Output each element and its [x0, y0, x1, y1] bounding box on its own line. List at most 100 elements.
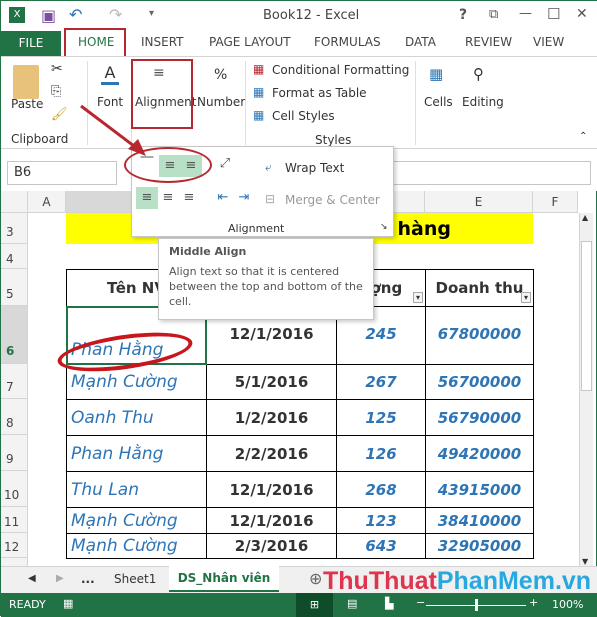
- decrease-indent-button[interactable]: ⇤: [212, 187, 234, 209]
- cell-styles-button[interactable]: Cell Styles: [272, 109, 335, 123]
- cells-button[interactable]: Cells: [424, 95, 453, 109]
- quantity-cell[interactable]: 643: [336, 533, 426, 559]
- row-header-9[interactable]: 9: [1, 435, 28, 471]
- revenue-cell[interactable]: 38410000: [425, 507, 534, 534]
- header-cell-revenue[interactable]: Doanh thu ▾: [425, 269, 534, 307]
- revenue-cell[interactable]: 32905000: [425, 533, 534, 559]
- page-break-view-icon[interactable]: ▙: [385, 597, 393, 610]
- col-header-a[interactable]: A: [28, 191, 66, 213]
- cell-value: 32905000: [437, 537, 522, 555]
- new-sheet-icon[interactable]: ⊕: [309, 569, 322, 588]
- name-box[interactable]: B6: [7, 161, 117, 185]
- scroll-up-icon[interactable]: ▲: [582, 213, 588, 222]
- row-header-5[interactable]: 5: [1, 269, 28, 306]
- prev-sheet-icon[interactable]: ◀: [28, 573, 36, 584]
- row-header-7[interactable]: 7: [1, 364, 28, 399]
- customize-toolbar-icon[interactable]: ▾: [149, 8, 154, 19]
- help-button[interactable]: ?: [459, 7, 467, 23]
- copy-icon[interactable]: ⎘: [51, 84, 61, 99]
- maximize-button[interactable]: ☐: [547, 5, 560, 23]
- scroll-down-icon[interactable]: ▼: [582, 557, 588, 566]
- filter-dropdown-icon[interactable]: ▾: [412, 292, 423, 303]
- editing-button[interactable]: Editing: [462, 95, 504, 109]
- tab-insert[interactable]: INSERT: [141, 35, 184, 49]
- cut-icon[interactable]: ✂: [51, 61, 63, 77]
- sheet-tab-sheet1[interactable]: Sheet1: [114, 572, 156, 586]
- format-as-table-button[interactable]: Format as Table: [272, 86, 367, 100]
- zoom-out-button[interactable]: −: [416, 596, 425, 609]
- macro-record-icon[interactable]: ▦: [63, 597, 73, 610]
- row-header-11[interactable]: 11: [1, 507, 28, 533]
- select-all[interactable]: [1, 191, 28, 213]
- zoom-slider-thumb[interactable]: [475, 599, 478, 611]
- align-left-button[interactable]: ≡: [136, 187, 158, 209]
- quantity-cell[interactable]: 267: [336, 364, 426, 400]
- row-header-6[interactable]: 6: [1, 306, 28, 364]
- dialog-launcher-icon[interactable]: ↘: [380, 222, 388, 232]
- paste-button[interactable]: Paste: [11, 97, 43, 111]
- number-button[interactable]: Number: [197, 95, 245, 109]
- next-sheet-icon[interactable]: ▶: [56, 573, 64, 584]
- quantity-cell[interactable]: 268: [336, 471, 426, 508]
- zoom-level[interactable]: 100%: [552, 598, 583, 611]
- name-cell[interactable]: Mạnh Cường: [66, 533, 207, 559]
- tab-page-layout[interactable]: PAGE LAYOUT: [209, 35, 291, 49]
- undo-icon[interactable]: ↶: [69, 5, 82, 24]
- row-header-10[interactable]: 10: [1, 471, 28, 507]
- name-cell[interactable]: Thu Lan: [66, 471, 207, 508]
- tab-formulas[interactable]: FORMULAS: [314, 35, 381, 49]
- tab-view[interactable]: VIEW: [533, 35, 564, 49]
- revenue-cell[interactable]: 56700000: [425, 364, 534, 400]
- formula-input[interactable]: [391, 161, 591, 185]
- more-sheets-button[interactable]: ...: [81, 572, 95, 586]
- ribbon-tabs: FILE HOME INSERT PAGE LAYOUT FORMULAS DA…: [1, 28, 597, 58]
- revenue-cell[interactable]: 49420000: [425, 435, 534, 472]
- merge-center-button[interactable]: Merge & Center: [285, 193, 380, 207]
- name-cell[interactable]: Mạnh Cường: [66, 507, 207, 534]
- sheet-tab-ds-nhan-vien[interactable]: DS_Nhân viên: [169, 566, 279, 592]
- name-cell[interactable]: Oanh Thu: [66, 399, 207, 436]
- zoom-in-button[interactable]: +: [529, 596, 538, 609]
- revenue-cell[interactable]: 43915000: [425, 471, 534, 508]
- date-cell[interactable]: 1/2/2016: [206, 399, 337, 436]
- col-header-e[interactable]: E: [425, 191, 533, 213]
- filter-dropdown-icon[interactable]: ▾: [520, 292, 531, 303]
- row-header-13[interactable]: [1, 558, 28, 566]
- row-header-3[interactable]: 3: [1, 213, 28, 244]
- save-icon[interactable]: ▣: [41, 6, 56, 25]
- name-cell[interactable]: Phan Hằng: [66, 435, 207, 472]
- wrap-text-button[interactable]: Wrap Text: [285, 161, 344, 175]
- increase-indent-button[interactable]: ⇥: [233, 187, 255, 209]
- row-header-8[interactable]: 8: [1, 399, 28, 435]
- page-layout-view-icon[interactable]: ▤: [347, 597, 357, 610]
- collapse-ribbon-icon[interactable]: ⌃: [579, 131, 587, 142]
- conditional-formatting-button[interactable]: Conditional Formatting: [272, 63, 409, 77]
- center-button[interactable]: ≡: [157, 187, 179, 209]
- quantity-cell[interactable]: 123: [336, 507, 426, 534]
- col-header-f[interactable]: F: [533, 191, 578, 213]
- orientation-button[interactable]: ⤢: [214, 153, 236, 175]
- redo-icon[interactable]: ↷: [109, 5, 122, 24]
- vertical-scrollbar[interactable]: ▲ ▼: [579, 213, 593, 566]
- quantity-cell[interactable]: 126: [336, 435, 426, 472]
- row-header-4[interactable]: 4: [1, 244, 28, 269]
- minimize-button[interactable]: —: [519, 6, 532, 21]
- date-cell[interactable]: 12/1/2016: [206, 507, 337, 534]
- date-cell[interactable]: 2/2/2016: [206, 435, 337, 472]
- date-cell[interactable]: 2/3/2016: [206, 533, 337, 559]
- revenue-cell[interactable]: 56790000: [425, 399, 534, 436]
- tab-file[interactable]: FILE: [1, 31, 61, 56]
- row-header-12[interactable]: 12: [1, 533, 28, 558]
- quantity-cell[interactable]: 125: [336, 399, 426, 436]
- format-painter-icon[interactable]: 🖌: [51, 107, 68, 122]
- date-cell[interactable]: 5/1/2016: [206, 364, 337, 400]
- normal-view-icon[interactable]: ⊞: [296, 593, 333, 617]
- ribbon-display-button[interactable]: ⧉: [489, 7, 498, 22]
- tab-data[interactable]: DATA: [405, 35, 436, 49]
- scrollbar-thumb[interactable]: [581, 241, 592, 391]
- revenue-cell[interactable]: 67800000: [425, 306, 534, 365]
- close-button[interactable]: ✕: [576, 6, 588, 22]
- align-right-button[interactable]: ≡: [178, 187, 200, 209]
- tab-review[interactable]: REVIEW: [465, 35, 512, 49]
- date-cell[interactable]: 12/1/2016: [206, 471, 337, 508]
